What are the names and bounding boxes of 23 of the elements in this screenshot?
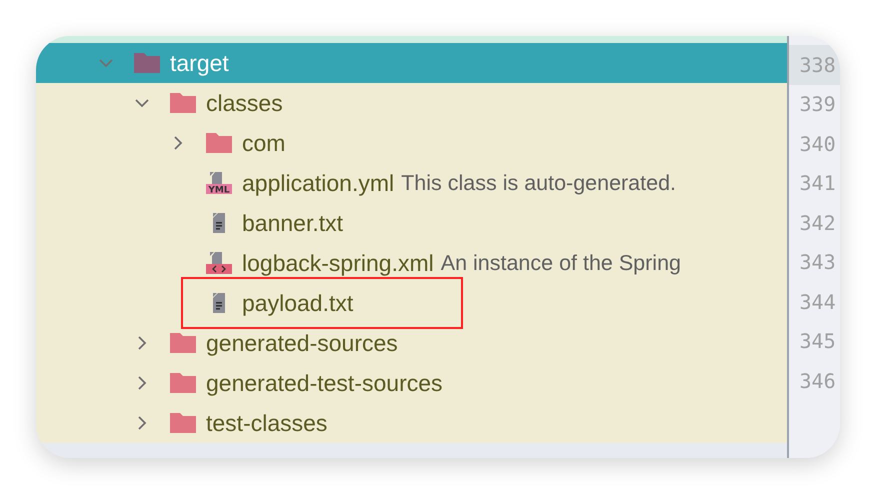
line-number: 342 — [798, 210, 837, 237]
xml-file-icon — [206, 250, 232, 276]
tree-label[interactable]: generated-test-sources — [206, 366, 443, 400]
text-file-icon — [213, 292, 225, 314]
file-description: This class is auto-generated. — [401, 170, 676, 197]
file-description: An instance of the Spring — [440, 250, 681, 277]
tree-label[interactable]: com — [242, 126, 286, 160]
line-number: 345 — [798, 328, 837, 356]
line-number: 343 — [798, 249, 837, 276]
line-number: 339 — [798, 91, 837, 118]
line-number: 346 — [798, 368, 837, 395]
tree-label[interactable]: logback-spring.xml — [242, 246, 434, 280]
line-number: 340 — [798, 130, 837, 158]
line-number: 341 — [798, 170, 837, 198]
line-number: 338 — [788, 45, 840, 84]
line-number: 344 — [798, 288, 837, 316]
tree-label[interactable]: classes — [206, 86, 283, 120]
tree-label[interactable]: generated-sources — [206, 326, 398, 360]
tree-label[interactable]: payload.txt — [242, 286, 354, 320]
tree-label[interactable]: banner.txt — [242, 206, 344, 240]
tree-label[interactable]: test-classes — [206, 406, 328, 440]
text-file-icon — [213, 212, 225, 234]
tree-label[interactable]: application.yml — [242, 166, 394, 200]
